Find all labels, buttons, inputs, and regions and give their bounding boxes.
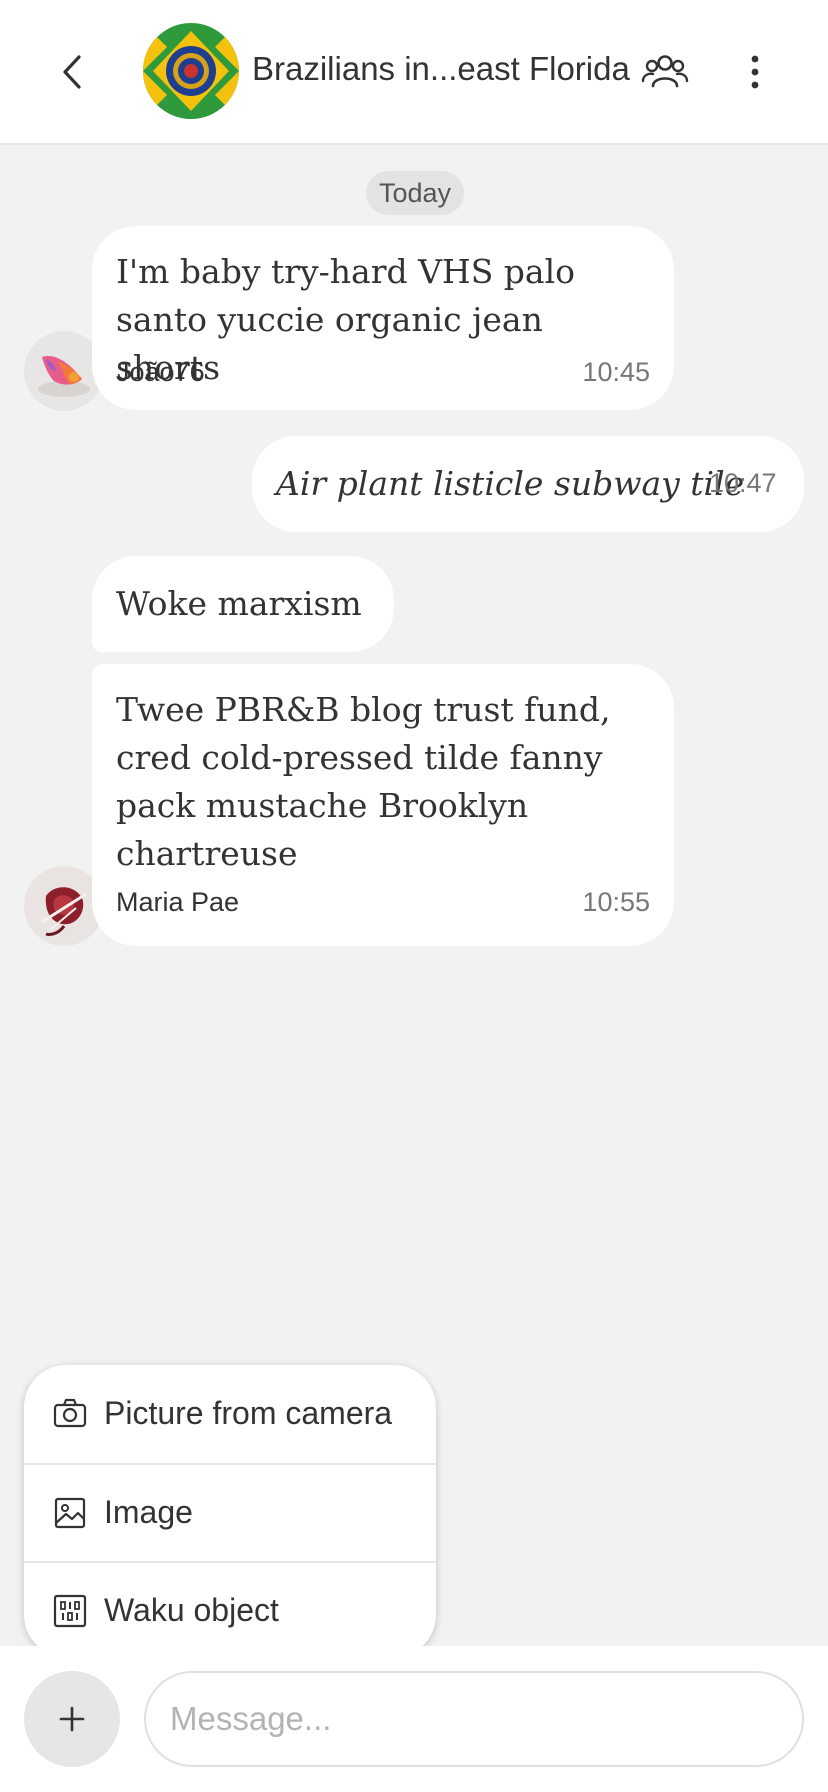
menu-item-image[interactable]: Image	[24, 1463, 436, 1560]
message-bubble[interactable]: I'm baby try-hard VHS palo santo yuccie …	[92, 226, 674, 410]
menu-item-label: Waku object	[104, 1592, 279, 1628]
group-avatar[interactable]	[143, 23, 239, 119]
menu-item-label: Picture from camera	[104, 1395, 393, 1431]
message-author: Maria Pae	[116, 887, 240, 917]
flag-avatar-image	[143, 23, 239, 119]
image-icon	[54, 1497, 86, 1529]
attachment-menu: Picture from camera Image Waku object	[24, 1365, 436, 1657]
message-input[interactable]	[144, 1671, 804, 1767]
waku-object-icon	[53, 1594, 87, 1628]
menu-item-label: Image	[104, 1494, 193, 1530]
date-separator: Today	[366, 171, 464, 215]
message-time: 10:55	[582, 887, 650, 917]
camera-icon	[53, 1398, 87, 1428]
own-message-bubble[interactable]: Air plant listicle subway tile 10:47	[252, 436, 804, 532]
menu-item-picture-from-camera[interactable]: Picture from camera	[24, 1365, 436, 1462]
message-author: João76	[116, 357, 205, 387]
message-text: Woke marxism	[116, 584, 362, 623]
message-text: Twee PBR&B blog trust fund, cred cold-pr…	[116, 690, 611, 873]
attach-button[interactable]	[24, 1671, 120, 1767]
plus-icon	[59, 1706, 85, 1732]
group-icon	[641, 55, 689, 88]
message-text: Air plant listicle subway tile	[276, 464, 745, 503]
more-vertical-icon	[751, 55, 759, 89]
chevron-left-icon	[63, 55, 81, 89]
group-title[interactable]: Brazilians in...east Florida	[252, 50, 630, 88]
message-bubble[interactable]: Woke marxism	[92, 556, 394, 652]
back-button[interactable]	[50, 47, 94, 97]
menu-item-waku-object[interactable]: Waku object	[24, 1561, 436, 1657]
message-time: 10:47	[709, 468, 777, 498]
members-button[interactable]	[641, 48, 689, 96]
message-time: 10:45	[582, 357, 650, 387]
chat-header: Brazilians in...east Florida	[0, 0, 828, 145]
more-options-button[interactable]	[740, 48, 770, 96]
message-bubble[interactable]: Twee PBR&B blog trust fund, cred cold-pr…	[92, 664, 674, 946]
